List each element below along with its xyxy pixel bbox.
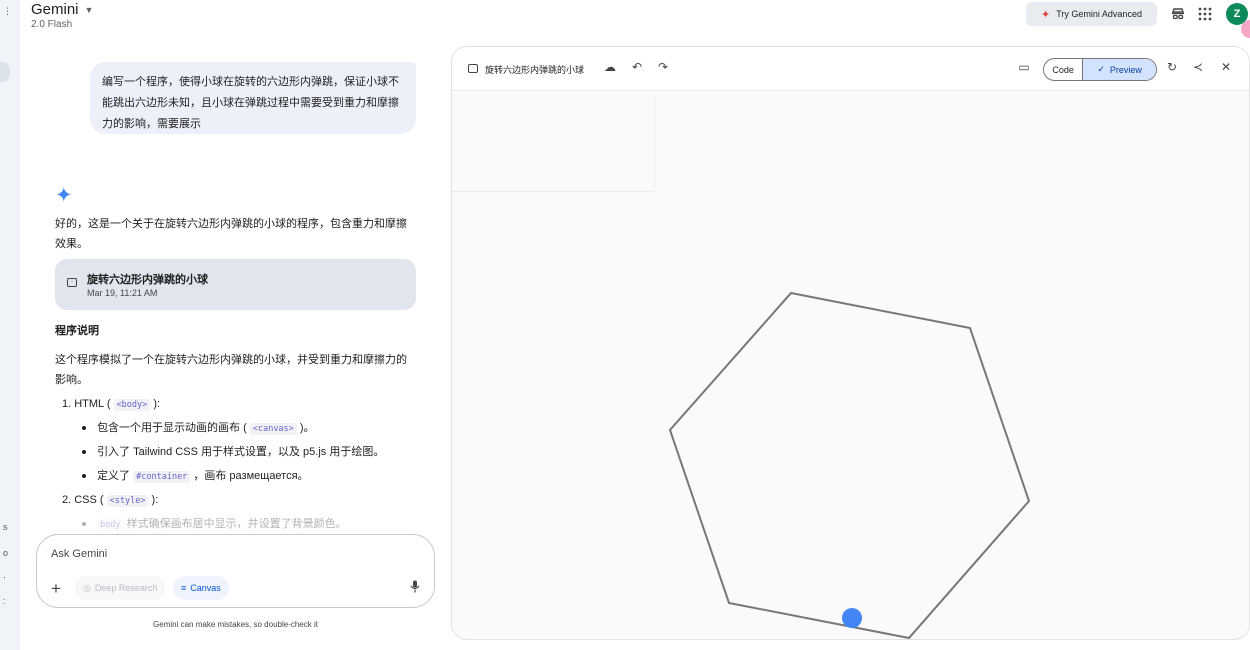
menu-icon[interactable]: ⋮ [3,6,12,17]
left-rail: ⋮ s o · : [0,0,20,650]
inline-code: body [97,519,124,531]
list-item: 包含一个用于显示动画的画布 ( <canvas> )。 [82,420,315,437]
list-text: 样式确保画布居中显示，并设置了背景颜色。 [126,518,347,530]
user-message: 编写一个程序，使得小球在旋转的六边形内弹跳，保证小球不能跳出六边形未知，且小球在… [90,62,416,134]
rail-icon[interactable]: s [3,522,8,532]
brand-name: Gemini [31,1,79,18]
inline-code: <style> [106,495,149,507]
canvas-icon: ≡ [181,583,187,593]
disclaimer: Gemini can make mistakes, so double-chec… [153,620,318,629]
bullet [82,450,86,455]
list-item: 引入了 Tailwind CSS 用于样式设置，以及 p5.js 用于绘图。 [82,444,384,460]
prompt-composer[interactable]: Ask Gemini + ◎ Deep Research ≡ Canvas [36,534,435,608]
inline-code: <canvas> [249,423,297,435]
canvas-card-date: Mar 19, 11:21 AM [87,288,158,298]
deep-research-button[interactable]: ◎ Deep Research [75,576,166,600]
list-text: 1. HTML ( [62,398,111,410]
animation-canvas [668,291,1031,639]
gemini-star-icon: ✦ [55,184,73,207]
apps-grid-icon[interactable] [1195,4,1215,24]
canvas-label: Canvas [190,583,221,593]
rail-icon[interactable]: · [3,572,6,582]
list-text: 定义了 [97,470,131,482]
list-text: ): [151,494,159,506]
new-chat-button[interactable] [0,62,10,82]
deep-research-icon: ◎ [83,582,91,593]
rail-icon[interactable]: o [3,548,8,558]
reply-intro: 好的，这是一个关于在旋转六边形内弹跳的小球的程序，包含重力和摩擦效果。 [55,218,407,250]
bullet [82,474,86,479]
list-text: 引入了 Tailwind CSS 用于样式设置，以及 p5.js 用于绘图。 [97,446,385,458]
canvas-panel: · 旋转六边形内弹跳的小球 ☁ ↶ ↷ ▭ Code ✓ Preview ↻ ≺… [451,46,1250,640]
bouncing-ball [842,608,862,628]
plus-icon[interactable]: + [51,579,61,599]
canvas-doc-icon: · [67,278,77,287]
deep-research-label: Deep Research [94,583,158,593]
try-advanced-label: Try Gemini Advanced [1056,9,1142,19]
mic-icon[interactable] [410,580,420,596]
inline-code: <body> [113,399,151,411]
list-text: 包含一个用于显示动画的画布 ( [97,422,247,434]
prompt-input[interactable]: Ask Gemini [51,548,107,560]
list-text: ，画布 размещается。 [193,470,309,482]
bullet [82,426,86,431]
list-item: 2. CSS ( <style> ): [62,492,158,509]
list-text: )。 [299,422,315,434]
canvas-card-title: 旋转六边形内弹跳的小球 [87,274,208,286]
try-advanced-button[interactable]: ✦ Try Gemini Advanced [1026,2,1157,26]
section-title: 程序说明 [55,325,99,337]
list-text: ): [153,398,161,410]
list-text: 2. CSS ( [62,494,104,506]
chevron-down-icon: ▼ [84,4,94,15]
sparkle-icon: ✦ [1041,8,1051,21]
canvas-card[interactable]: · 旋转六边形内弹跳的小球 Mar 19, 11:21 AM [55,259,416,310]
list-item: body 样式确保画布居中显示，并设置了背景颜色。 [82,516,347,533]
canvas-button[interactable]: ≡ Canvas [173,576,229,600]
rotating-hexagon [668,291,1031,639]
list-item: 1. HTML ( <body> ): [62,396,160,413]
model-switcher[interactable]: Gemini ▼ [31,1,93,18]
rail-icon[interactable]: : [3,596,6,606]
bullet [82,522,86,527]
section-paragraph: 这个程序模拟了一个在旋转六边形内弹跳的小球，并受到重力和摩擦力的影响。 [55,354,407,386]
list-item: 定义了 #container ，画布 размещается。 [82,468,309,485]
incognito-icon[interactable] [1168,4,1188,24]
inline-code: #container [133,471,191,483]
model-name: 2.0 Flash [31,19,73,30]
